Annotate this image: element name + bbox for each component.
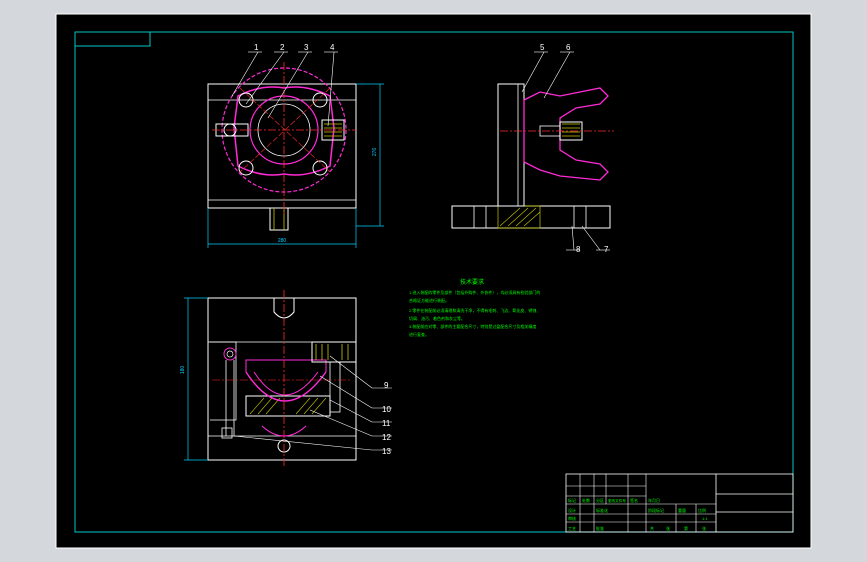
- tb-total: 共: [650, 525, 654, 531]
- balloon-10: 10: [382, 405, 391, 414]
- tb-change-doc: 更改文件号: [608, 498, 626, 503]
- note-line-4: 切屑、油污、着色剂和灰尘等。: [409, 315, 465, 321]
- balloon-7: 7: [604, 245, 609, 254]
- balloon-5: 5: [540, 43, 545, 52]
- tb-standard: 标准化: [596, 507, 608, 513]
- notes-title: 技术要求: [460, 278, 484, 286]
- balloon-1: 1: [254, 43, 259, 52]
- tb-mark: 标记: [568, 497, 576, 503]
- tb-design: 设计: [568, 507, 576, 513]
- balloon-12: 12: [382, 433, 391, 442]
- tb-stage: 阶段标记: [648, 507, 664, 513]
- tb-review: 审核: [568, 515, 576, 521]
- tb-weight: 重量: [678, 507, 686, 513]
- tb-sheet: 张: [702, 525, 706, 531]
- note-line-2: 合格证方能进行装配。: [409, 297, 449, 303]
- balloon-11: 11: [382, 419, 391, 428]
- tb-count: 处数: [582, 497, 590, 503]
- balloon-13: 13: [382, 447, 391, 456]
- note-line-5: 3.装配前应对零、部件的主要配合尺寸，特别是过盈配合尺寸及相关精度: [409, 323, 536, 329]
- tb-page: 第: [684, 525, 688, 531]
- note-line-1: 1.进入装配的零件及部件（包括外购件、外协件），均必须具有检验部门的: [409, 289, 540, 295]
- tb-scale: 比例: [698, 507, 706, 513]
- balloon-2: 2: [280, 43, 285, 52]
- balloon-9: 9: [384, 381, 389, 390]
- balloon-4: 4: [330, 43, 335, 52]
- tb-approve: 批准: [596, 525, 604, 531]
- cad-viewport[interactable]: 280 276 1 2 3 4 5 6 7 8 180 9 10 11 12 1…: [0, 0, 867, 562]
- top-height-dim: 276: [372, 148, 378, 157]
- balloon-6: 6: [566, 43, 571, 52]
- balloon-3: 3: [304, 43, 309, 52]
- tb-zone: 分区: [596, 497, 604, 503]
- tb-process: 工艺: [568, 526, 576, 531]
- balloon-8: 8: [576, 245, 581, 254]
- note-line-3: 2.零件在装配前必须清理和清洗干净，不得有毛刺、飞边、氧化皮、锈蚀、: [409, 307, 540, 313]
- front-height-dim: 180: [180, 366, 186, 375]
- tb-sheets: 张: [666, 525, 670, 531]
- note-line-6: 进行复查。: [409, 331, 429, 337]
- tb-date: 年月日: [648, 497, 660, 503]
- tb-sign: 签名: [630, 497, 638, 503]
- top-width-dim: 280: [278, 238, 287, 244]
- sheet-background: [56, 14, 811, 548]
- tb-scale-value: 1:1: [702, 516, 708, 521]
- drawing-canvas: 280 276 1 2 3 4 5 6 7 8 180 9 10 11 12 1…: [55, 13, 812, 549]
